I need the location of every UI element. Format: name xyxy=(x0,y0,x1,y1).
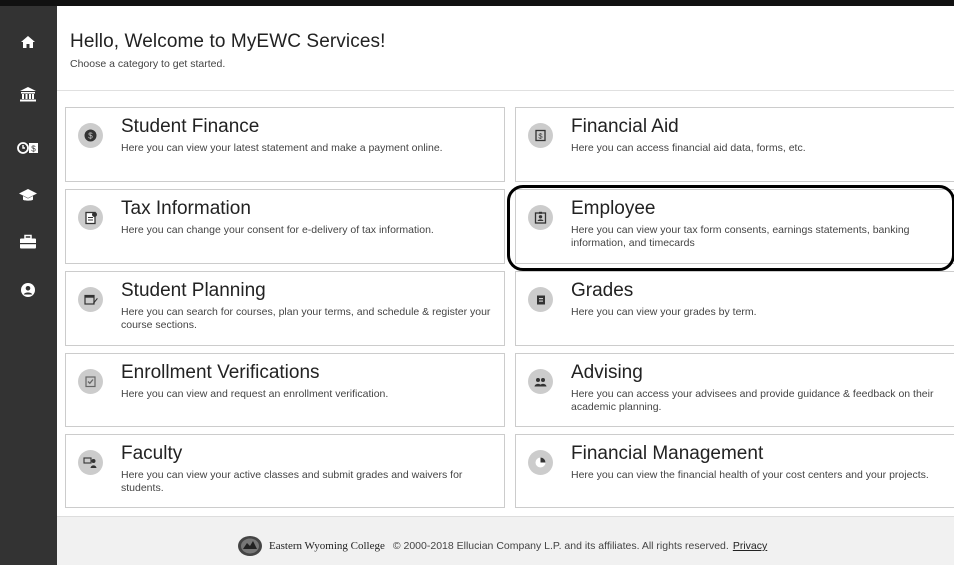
card-description: Here you can view your grades by term. xyxy=(571,306,757,318)
card-student-finance[interactable]: $ Student Finance Here you can view your… xyxy=(65,107,505,182)
copyright-text: © 2000-2018 Ellucian Company L.P. and it… xyxy=(392,540,729,552)
card-student-planning[interactable]: Student Planning Here you can search for… xyxy=(65,271,505,346)
college-name: Eastern Wyoming College xyxy=(269,540,385,552)
card-description: Here you can view your latest statement … xyxy=(121,142,443,154)
tax-document-icon xyxy=(78,205,103,230)
card-title: Advising xyxy=(571,362,643,383)
card-description: Here you can search for courses, plan yo… xyxy=(121,306,491,331)
privacy-link[interactable]: Privacy xyxy=(733,540,767,552)
card-title: Enrollment Verifications xyxy=(121,362,320,383)
card-tax-information[interactable]: Tax Information Here you can change your… xyxy=(65,189,505,264)
card-description: Here you can change your consent for e-d… xyxy=(121,224,434,236)
checklist-icon xyxy=(78,369,103,394)
welcome-header: Hello, Welcome to MyEWC Services! Choose… xyxy=(70,31,385,70)
calendar-pencil-icon xyxy=(78,287,103,312)
pie-chart-icon xyxy=(528,450,553,475)
card-title: Financial Aid xyxy=(571,116,679,137)
card-title: Student Finance xyxy=(121,116,260,137)
card-description: Here you can access financial aid data, … xyxy=(571,142,806,154)
card-advising[interactable]: Advising Here you can access your advise… xyxy=(515,353,954,427)
graduation-cap-icon[interactable] xyxy=(14,181,42,209)
briefcase-icon[interactable] xyxy=(14,228,42,256)
page-footer: Eastern Wyoming College © 2000-2018 Ellu… xyxy=(57,516,954,565)
svg-text:$: $ xyxy=(88,132,93,141)
header-divider xyxy=(57,90,954,91)
clock-dollar-icon[interactable]: $ xyxy=(14,134,42,162)
card-enrollment-verifications[interactable]: Enrollment Verifications Here you can vi… xyxy=(65,353,505,427)
card-description: Here you can view the financial health o… xyxy=(571,469,929,481)
sidebar-nav: $ xyxy=(0,6,57,565)
card-grades[interactable]: Grades Here you can view your grades by … xyxy=(515,271,954,346)
bank-icon[interactable] xyxy=(14,80,42,108)
app-window: $ Hello, Welcome to MyEWC Services! Choo… xyxy=(0,0,954,565)
card-financial-aid[interactable]: $ Financial Aid Here you can access fina… xyxy=(515,107,954,182)
home-icon[interactable] xyxy=(14,28,42,56)
card-title: Student Planning xyxy=(121,280,266,301)
users-icon xyxy=(528,369,553,394)
card-title: Tax Information xyxy=(121,198,251,219)
card-description: Here you can view your active classes an… xyxy=(121,469,463,494)
card-title: Faculty xyxy=(121,443,183,464)
card-description: Here you can access your advisees and pr… xyxy=(571,388,934,413)
grade-book-icon xyxy=(528,287,553,312)
card-financial-management[interactable]: Financial Management Here you can view t… xyxy=(515,434,954,508)
svg-text:$: $ xyxy=(538,132,543,141)
employee-highlight-outline xyxy=(507,185,954,271)
card-description: Here you can view and request an enrollm… xyxy=(121,388,389,400)
page-title: Hello, Welcome to MyEWC Services! xyxy=(70,31,386,52)
teacher-icon xyxy=(78,450,103,475)
college-seal-logo xyxy=(238,536,262,556)
dollar-coin-icon: $ xyxy=(78,123,103,148)
footer-content: Eastern Wyoming College © 2000-2018 Ellu… xyxy=(237,535,767,557)
card-title: Financial Management xyxy=(571,443,764,464)
main-content: Hello, Welcome to MyEWC Services! Choose… xyxy=(57,6,954,565)
money-bill-icon: $ xyxy=(528,123,553,148)
card-title: Grades xyxy=(571,280,634,301)
user-circle-icon[interactable] xyxy=(14,276,42,304)
svg-text:$: $ xyxy=(31,145,36,154)
card-faculty[interactable]: Faculty Here you can view your active cl… xyxy=(65,434,505,508)
page-subtitle: Choose a category to get started. xyxy=(70,58,226,70)
